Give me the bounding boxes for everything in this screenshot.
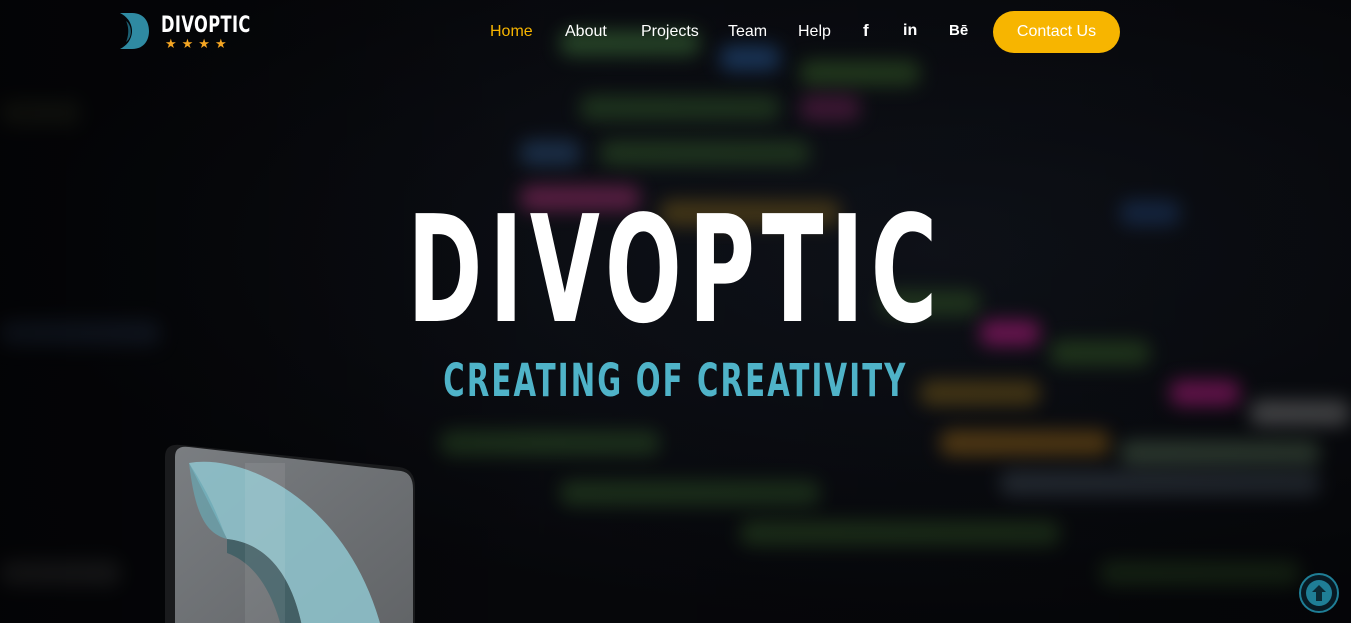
- brand-stars: ★★★★: [165, 37, 232, 52]
- arrow-up-icon: [1306, 580, 1332, 606]
- nav-item-about[interactable]: About: [565, 22, 607, 42]
- facebook-icon[interactable]: f: [863, 20, 869, 42]
- brand-logo[interactable]: DIVOPTIC ★★★★: [118, 10, 250, 54]
- brand-name: DIVOPTIC: [161, 13, 251, 38]
- linkedin-icon[interactable]: in: [903, 20, 917, 42]
- glass-logo-card: [165, 444, 415, 623]
- site-header: DIVOPTIC ★★★★ Home About Projects Team H…: [0, 0, 1351, 64]
- back-to-top-button[interactable]: [1299, 573, 1339, 613]
- nav-item-team[interactable]: Team: [728, 22, 767, 42]
- nav-item-projects[interactable]: Projects: [641, 22, 699, 42]
- behance-icon[interactable]: Bē: [949, 20, 968, 42]
- nav-item-home[interactable]: Home: [490, 22, 533, 42]
- contact-us-button[interactable]: Contact Us: [993, 11, 1120, 53]
- hero-title: DIVOPTIC: [0, 196, 1351, 344]
- hero-title-text: DIVOPTIC: [407, 184, 944, 356]
- hero-tagline: CREATING OF CREATIVITY: [0, 356, 1351, 406]
- d-logo-icon: [120, 13, 149, 49]
- hero-tagline-text: CREATING OF CREATIVITY: [443, 354, 908, 407]
- nav-item-help[interactable]: Help: [798, 22, 831, 42]
